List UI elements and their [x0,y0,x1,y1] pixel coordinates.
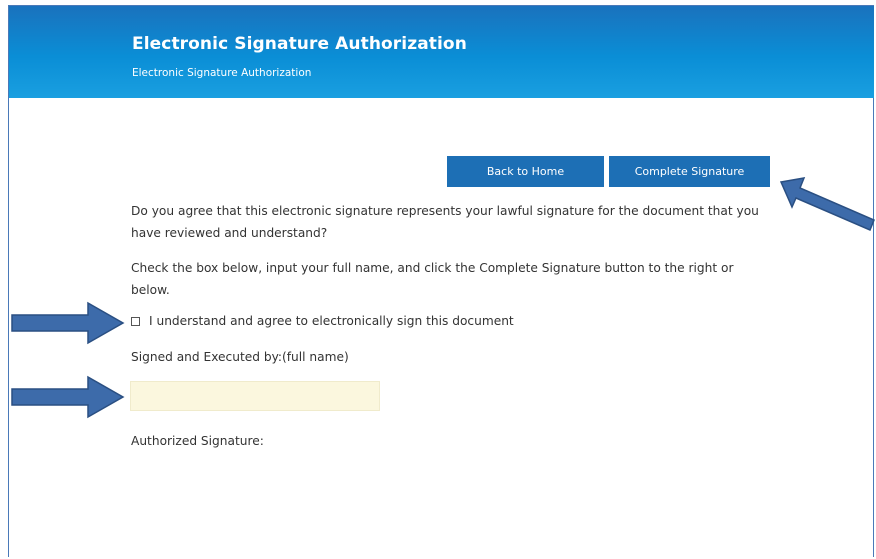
arrow-right-icon [11,301,125,345]
agreement-question: Do you agree that this electronic signat… [131,204,759,240]
signed-by-label: Signed and Executed by:(full name) [131,350,349,364]
page-subtitle: Electronic Signature Authorization [132,67,312,79]
back-to-home-button[interactable]: Back to Home [447,156,604,187]
agree-checkbox[interactable] [131,316,140,326]
arrow-upleft-icon [779,177,875,231]
authorized-signature-label: Authorized Signature: [131,434,264,448]
instructions-text: Check the box below, input your full nam… [131,261,734,297]
agree-checkbox-row[interactable]: I understand and agree to electronically… [131,314,514,328]
agree-checkbox-label[interactable]: I understand and agree to electronically… [149,314,514,328]
page-title: Electronic Signature Authorization [132,34,467,54]
arrow-right-icon [11,375,125,419]
full-name-input[interactable] [130,381,380,411]
complete-signature-button[interactable]: Complete Signature [609,156,770,187]
